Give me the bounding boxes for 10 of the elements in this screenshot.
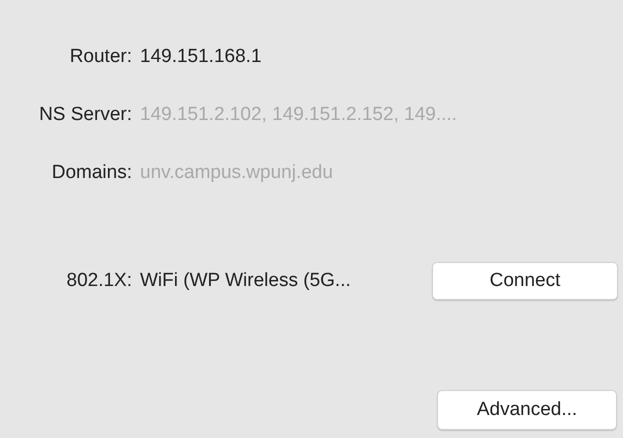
field-label: NS Server: — [39, 104, 132, 126]
field-value: 149.151.168.1 — [140, 46, 263, 68]
connect-button[interactable]: Connect — [432, 262, 618, 300]
field-value: unv.campus.wpunj.edu — [140, 162, 334, 184]
field-label: Router: — [70, 46, 132, 68]
advanced-button[interactable]: Advanced... — [437, 390, 617, 430]
field-label: 802.1X: — [66, 270, 132, 292]
field-label: Domains: — [52, 162, 132, 184]
field-value: 149.151.2.102, 149.151.2.152, 149.... — [140, 104, 458, 126]
field-value: WiFi (WP Wireless (5G... — [140, 270, 352, 292]
